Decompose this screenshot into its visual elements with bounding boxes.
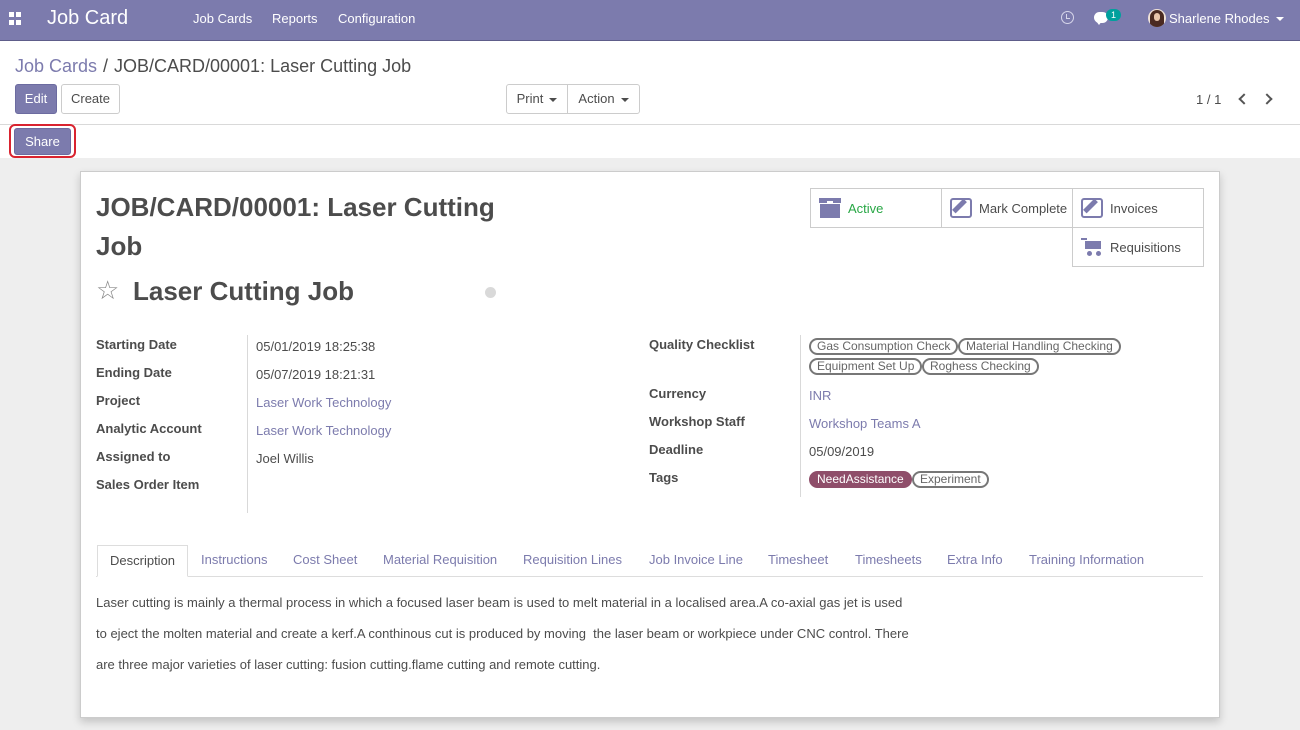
record-title-line2: Job xyxy=(96,231,143,261)
description-line: Laser cutting is mainly a thermal proces… xyxy=(96,595,903,610)
archive-box-icon xyxy=(819,198,841,218)
mark-complete-button[interactable]: Mark Complete xyxy=(941,188,1073,228)
kanban-state-dot[interactable] xyxy=(485,287,496,298)
breadcrumb-job-cards[interactable]: Job Cards xyxy=(15,56,97,77)
apps-menu-icon[interactable] xyxy=(9,12,22,25)
right-group-divider xyxy=(800,335,801,497)
tag-need-assistance: NeedAssistance xyxy=(809,471,912,488)
action-dropdown[interactable]: Action xyxy=(567,84,640,114)
starting-date-value: 05/01/2019 18:25:38 xyxy=(256,339,376,354)
record-title-line1: JOB/CARD/00001: Laser Cutting xyxy=(96,192,495,222)
currency-link[interactable]: INR xyxy=(809,388,831,403)
checklist-tag: Material Handling Checking xyxy=(958,338,1121,355)
action-caret-icon xyxy=(620,97,629,102)
edit-pencil-icon xyxy=(950,198,972,218)
app-title: Job Card xyxy=(47,7,129,29)
tab-extra-info[interactable]: Extra Info xyxy=(947,545,1003,577)
tab-timesheet[interactable]: Timesheet xyxy=(768,545,828,577)
starting-date-label: Starting Date xyxy=(96,337,177,352)
user-menu-name[interactable]: Sharlene Rhodes xyxy=(1169,11,1269,26)
tab-material-requisition[interactable]: Material Requisition xyxy=(383,545,497,577)
activity-clock-icon[interactable] xyxy=(1061,11,1074,24)
tab-description[interactable]: Description xyxy=(97,545,189,577)
mark-complete-label: Mark Complete xyxy=(979,201,1068,216)
pager-value[interactable]: 1 / 1 xyxy=(1196,92,1221,107)
breadcrumb-separator: / xyxy=(103,56,109,76)
menu-reports[interactable]: Reports xyxy=(272,11,318,26)
edit-button[interactable]: Edit xyxy=(15,84,57,114)
action-label: Action xyxy=(578,91,615,106)
ending-date-label: Ending Date xyxy=(96,365,172,380)
requisitions-button[interactable]: Requisitions xyxy=(1072,227,1204,267)
checklist-tag: Gas Consumption Check xyxy=(809,338,959,355)
tab-job-invoice-line[interactable]: Job Invoice Line xyxy=(649,545,743,577)
menu-configuration[interactable]: Configuration xyxy=(338,11,415,26)
tab-timesheets[interactable]: Timesheets xyxy=(855,545,922,577)
invoices-label: Invoices xyxy=(1110,201,1158,216)
assigned-to-label: Assigned to xyxy=(96,449,171,464)
project-label: Project xyxy=(96,393,141,408)
shopping-cart-icon xyxy=(1081,238,1103,258)
requisitions-label: Requisitions xyxy=(1110,240,1181,255)
assigned-to-value: Joel Willis xyxy=(256,451,314,466)
share-button[interactable]: Share xyxy=(14,128,71,155)
print-caret-icon xyxy=(549,97,558,102)
control-panel-divider xyxy=(0,124,1300,125)
tab-instructions[interactable]: Instructions xyxy=(201,545,267,577)
tab-training-information[interactable]: Training Information xyxy=(1029,545,1144,577)
quality-checklist-label: Quality Checklist xyxy=(649,337,755,352)
currency-label: Currency xyxy=(649,386,707,401)
deadline-value: 05/09/2019 xyxy=(809,444,875,459)
active-label: Active xyxy=(848,201,884,216)
favorite-star-icon[interactable]: ☆ xyxy=(96,277,119,303)
ending-date-value: 05/07/2019 18:21:31 xyxy=(256,367,376,382)
print-dropdown[interactable]: Print xyxy=(506,84,568,114)
menu-job-cards[interactable]: Job Cards xyxy=(193,11,252,26)
tab-cost-sheet[interactable]: Cost Sheet xyxy=(293,545,357,577)
invoices-button[interactable]: Invoices xyxy=(1072,188,1204,228)
create-button[interactable]: Create xyxy=(61,84,120,114)
tags-label: Tags xyxy=(649,470,679,485)
workshop-staff-label: Workshop Staff xyxy=(649,414,745,429)
tag-experiment: Experiment xyxy=(912,471,989,488)
sales-order-item-label: Sales Order Item xyxy=(96,477,200,492)
analytic-account-link[interactable]: Laser Work Technology xyxy=(256,423,391,438)
left-group-divider xyxy=(247,335,248,513)
analytic-account-label: Analytic Account xyxy=(96,421,202,436)
deadline-label: Deadline xyxy=(649,442,704,457)
description-line: to eject the molten material and create … xyxy=(96,626,909,641)
print-label: Print xyxy=(516,91,544,106)
breadcrumb-current: JOB/CARD/00001: Laser Cutting Job xyxy=(114,56,412,76)
workshop-staff-link[interactable]: Workshop Teams A xyxy=(809,416,921,431)
checklist-tag: Roghess Checking xyxy=(922,358,1039,375)
messages-count-badge: 1 xyxy=(1106,9,1121,21)
description-line: are three major varieties of laser cutti… xyxy=(96,657,601,672)
top-navbar: Job Card Job Cards Reports Configuration… xyxy=(0,0,1300,41)
user-menu-caret-icon[interactable] xyxy=(1276,17,1284,21)
user-avatar[interactable] xyxy=(1148,9,1166,27)
checklist-tag: Equipment Set Up xyxy=(809,358,923,375)
tab-requisition-lines[interactable]: Requisition Lines xyxy=(523,545,622,577)
job-name-field[interactable]: Laser Cutting Job xyxy=(133,276,354,307)
project-link[interactable]: Laser Work Technology xyxy=(256,395,391,410)
active-toggle-button[interactable]: Active xyxy=(810,188,942,228)
invoice-pencil-icon xyxy=(1081,198,1103,218)
